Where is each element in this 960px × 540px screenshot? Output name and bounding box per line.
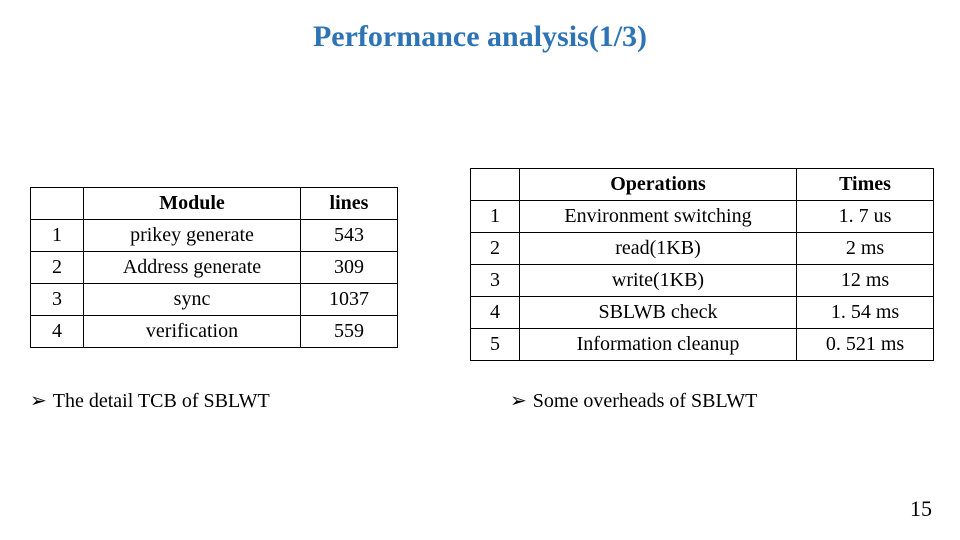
tcb-cell-lines: 543	[301, 220, 398, 252]
tcb-cell-module: sync	[84, 284, 301, 316]
ovh-cell-idx: 3	[471, 265, 520, 297]
overheads-table: Operations Times 1 Environment switching…	[470, 168, 934, 361]
table-header-row: Operations Times	[471, 169, 934, 201]
tcb-header-lines: lines	[301, 188, 398, 220]
page-number: 15	[910, 496, 932, 522]
tcb-cell-idx: 3	[31, 284, 84, 316]
ovh-header-times: Times	[797, 169, 934, 201]
ovh-header-idx	[471, 169, 520, 201]
ovh-cell-idx: 1	[471, 201, 520, 233]
table-row: 1 Environment switching 1. 7 us	[471, 201, 934, 233]
tcb-cell-lines: 1037	[301, 284, 398, 316]
tcb-cell-lines: 559	[301, 316, 398, 348]
ovh-cell-op: Information cleanup	[520, 329, 797, 361]
table-header-row: Module lines	[31, 188, 398, 220]
ovh-cell-times: 1. 7 us	[797, 201, 934, 233]
arrow-icon: ➢	[510, 390, 527, 412]
ovh-cell-times: 0. 521 ms	[797, 329, 934, 361]
slide: Performance analysis(1/3) Module lines 1…	[0, 0, 960, 540]
tcb-cell-module: prikey generate	[84, 220, 301, 252]
overheads-caption: ➢ Some overheads of SBLWT	[510, 388, 757, 413]
table-row: 1 prikey generate 543	[31, 220, 398, 252]
tcb-cell-idx: 4	[31, 316, 84, 348]
tcb-caption: ➢ The detail TCB of SBLWT	[30, 388, 270, 413]
tcb-caption-text: The detail TCB of SBLWT	[53, 390, 270, 412]
ovh-cell-idx: 2	[471, 233, 520, 265]
table-row: 4 verification 559	[31, 316, 398, 348]
ovh-cell-op: Environment switching	[520, 201, 797, 233]
tcb-cell-idx: 2	[31, 252, 84, 284]
ovh-cell-idx: 4	[471, 297, 520, 329]
table-row: 2 Address generate 309	[31, 252, 398, 284]
tcb-cell-module: verification	[84, 316, 301, 348]
table-row: 3 write(1KB) 12 ms	[471, 265, 934, 297]
table-row: 4 SBLWB check 1. 54 ms	[471, 297, 934, 329]
table-row: 3 sync 1037	[31, 284, 398, 316]
table-row: 2 read(1KB) 2 ms	[471, 233, 934, 265]
ovh-cell-times: 2 ms	[797, 233, 934, 265]
tcb-cell-lines: 309	[301, 252, 398, 284]
tcb-cell-module: Address generate	[84, 252, 301, 284]
tcb-header-module: Module	[84, 188, 301, 220]
ovh-cell-op: read(1KB)	[520, 233, 797, 265]
tcb-cell-idx: 1	[31, 220, 84, 252]
ovh-header-op: Operations	[520, 169, 797, 201]
ovh-cell-times: 12 ms	[797, 265, 934, 297]
overheads-caption-text: Some overheads of SBLWT	[533, 390, 758, 412]
ovh-cell-idx: 5	[471, 329, 520, 361]
ovh-cell-op: write(1KB)	[520, 265, 797, 297]
ovh-cell-times: 1. 54 ms	[797, 297, 934, 329]
tcb-header-idx	[31, 188, 84, 220]
table-row: 5 Information cleanup 0. 521 ms	[471, 329, 934, 361]
page-title: Performance analysis(1/3)	[0, 20, 960, 54]
tcb-table: Module lines 1 prikey generate 543 2 Add…	[30, 187, 398, 348]
ovh-cell-op: SBLWB check	[520, 297, 797, 329]
arrow-icon: ➢	[30, 390, 47, 412]
